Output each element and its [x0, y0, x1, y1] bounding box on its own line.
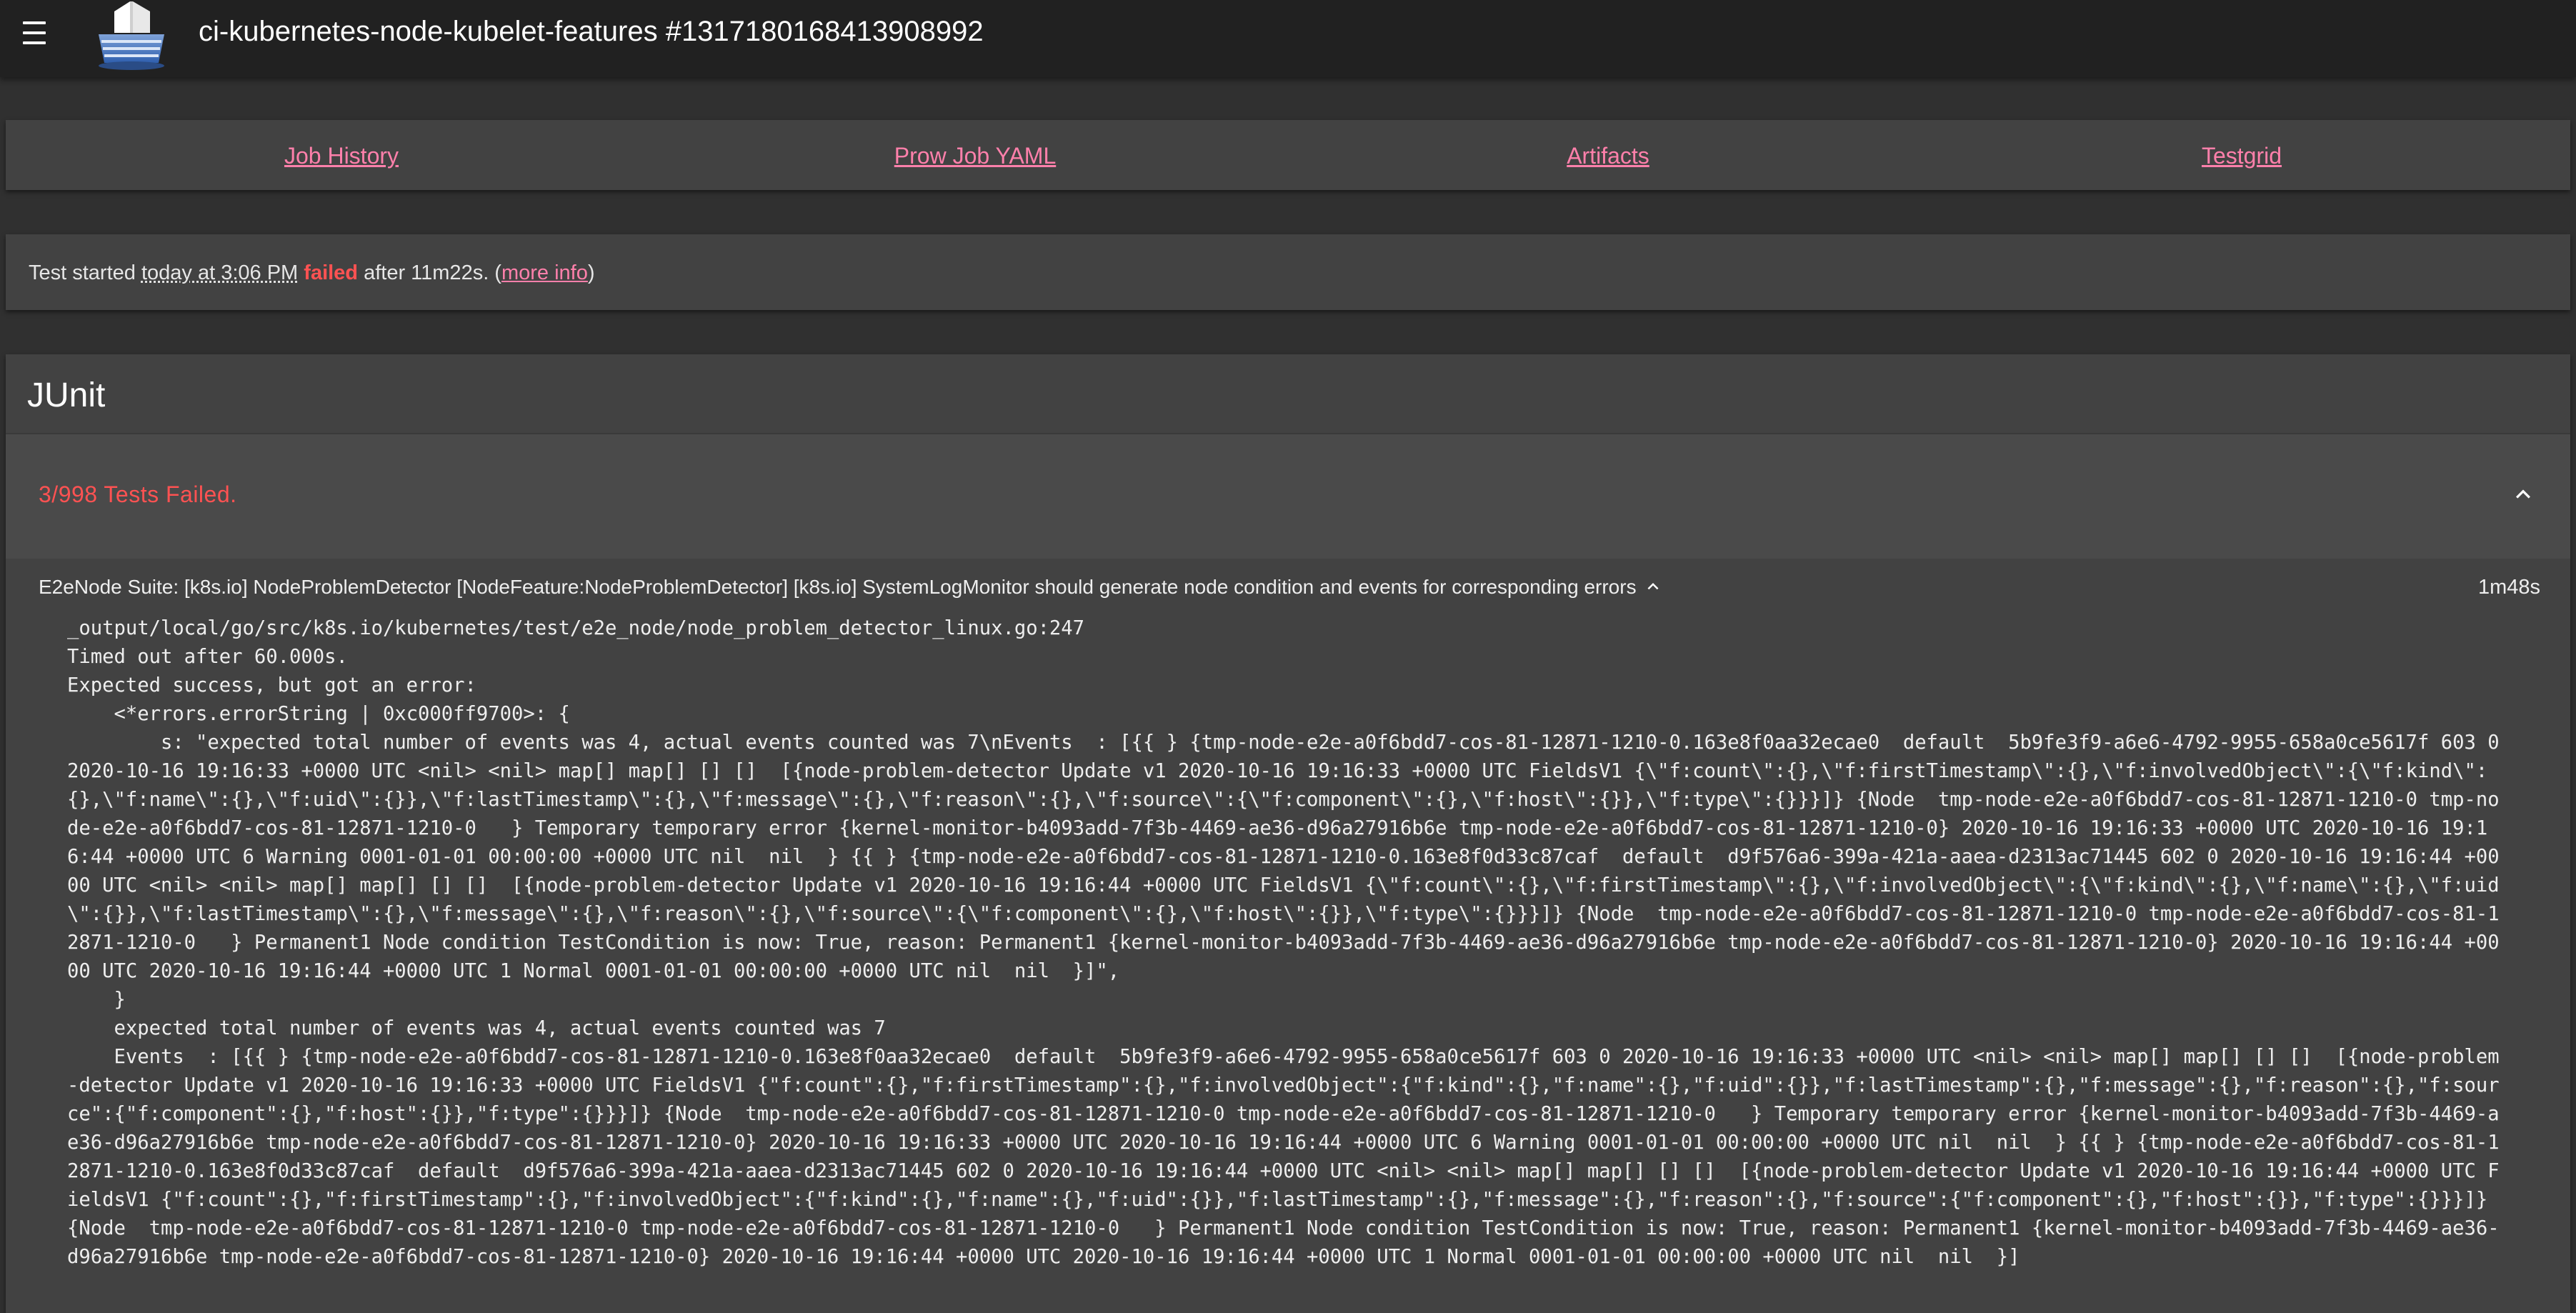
- failed-tests-summary[interactable]: 3/998 Tests Failed.: [6, 433, 2570, 560]
- failed-tests-count: 3/998 Tests Failed.: [39, 481, 237, 507]
- status-result: failed: [304, 261, 359, 284]
- junit-card: JUnit 3/998 Tests Failed. E2eNode Suite:…: [6, 354, 2570, 1313]
- menu-icon[interactable]: [20, 19, 49, 47]
- status-duration: after 11m22s. (: [358, 261, 501, 284]
- status-prefix: Test started: [29, 261, 141, 284]
- chevron-up-icon[interactable]: [2509, 480, 2537, 509]
- prow-ship-logo-icon[interactable]: [93, 0, 170, 71]
- test-status-text: Test started today at 3:06 PM failed aft…: [29, 259, 595, 287]
- failed-test-name-text: E2eNode Suite: [k8s.io] NodeProblemDetec…: [39, 576, 1637, 598]
- failed-test-name[interactable]: E2eNode Suite: [k8s.io] NodeProblemDetec…: [39, 573, 1664, 601]
- more-info-link[interactable]: more info: [501, 261, 588, 284]
- failed-test-output: _output/local/go/src/k8s.io/kubernetes/t…: [67, 617, 2500, 1268]
- start-timestamp: today at 3:06 PM: [141, 261, 299, 284]
- page-title: ci-kubernetes-node-kubelet-features #131…: [199, 16, 984, 47]
- app-bar: ci-kubernetes-node-kubelet-features #131…: [0, 0, 2576, 77]
- prow-job-yaml-link[interactable]: Prow Job YAML: [894, 141, 1056, 170]
- job-links-bar: Job History Prow Job YAML Artifacts Test…: [6, 120, 2570, 190]
- failed-test-duration: 1m48s: [2477, 576, 2540, 599]
- job-history-link[interactable]: Job History: [284, 141, 399, 170]
- test-status-card: Test started today at 3:06 PM failed aft…: [6, 234, 2570, 310]
- artifacts-link[interactable]: Artifacts: [1567, 141, 1649, 170]
- status-close-paren: ): [587, 261, 595, 284]
- junit-heading: JUnit: [27, 376, 106, 414]
- testgrid-link[interactable]: Testgrid: [2202, 141, 2282, 170]
- failed-test-item: E2eNode Suite: [k8s.io] NodeProblemDetec…: [6, 559, 2570, 1313]
- chevron-up-icon[interactable]: [1642, 576, 1664, 597]
